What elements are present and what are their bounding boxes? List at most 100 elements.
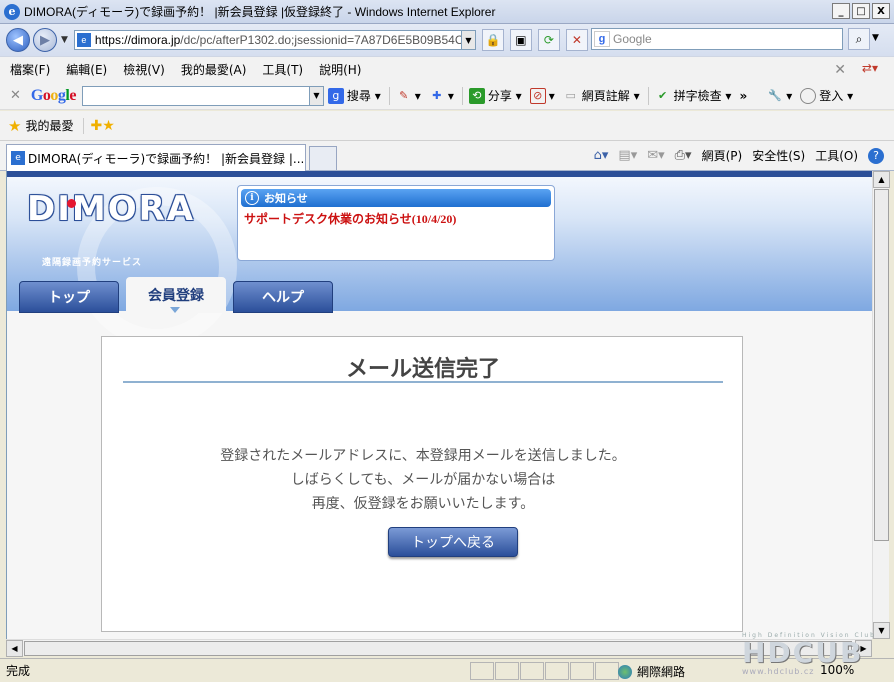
annotate-button[interactable]: ▭ 網頁註解 ▾ xyxy=(563,87,640,104)
search-button[interactable]: ⌕ xyxy=(848,28,870,50)
status-cell xyxy=(495,662,519,680)
back-button[interactable]: ◀ xyxy=(6,28,30,52)
history-dropdown-icon[interactable]: ▼ xyxy=(61,35,68,45)
watermark: High Definition Vision Club HDCUB www.hd… xyxy=(742,632,888,678)
menu-view[interactable]: 檢視(V) xyxy=(123,61,165,78)
notice-header: i お知らせ xyxy=(241,189,551,207)
google-search-icon: g xyxy=(594,31,610,47)
feeds-icon[interactable]: ▤▾ xyxy=(618,148,637,163)
horizontal-scroll-thumb[interactable] xyxy=(24,641,852,656)
nav-top[interactable]: トップ xyxy=(19,281,119,313)
tools-menu[interactable]: 工具(O) xyxy=(815,147,858,164)
vertical-scroll-thumb[interactable] xyxy=(874,189,889,541)
google-search-label: 搜尋 xyxy=(346,89,371,103)
close-google-toolbar-icon[interactable]: ✕ xyxy=(10,88,21,103)
popup-blocker-icon: ⊘ xyxy=(529,87,546,104)
spellcheck-button[interactable]: ✔ 拼字檢查 ▾ xyxy=(655,87,731,104)
wrench-icon: 🔧 xyxy=(768,89,783,102)
menu-help[interactable]: 說明(H) xyxy=(319,61,361,78)
toolbar-separator xyxy=(461,86,463,105)
annotate-label: 網頁註解 xyxy=(581,89,630,103)
ie-logo-icon: e xyxy=(4,3,20,20)
spellcheck-label: 拼字檢查 xyxy=(673,89,722,103)
search-dropdown-icon[interactable]: ▼ xyxy=(872,33,879,43)
menu-file[interactable]: 檔案(F) xyxy=(10,61,50,78)
close-button[interactable]: X xyxy=(872,3,890,19)
google-search-dropdown-icon[interactable]: ▼ xyxy=(309,85,324,106)
vertical-scrollbar[interactable]: ▲ ▼ xyxy=(872,171,890,639)
nav-help[interactable]: ヘルプ xyxy=(233,281,333,313)
lock-icon[interactable]: 🔒 xyxy=(481,29,504,51)
share-button[interactable]: ⟲ 分享 ▾ xyxy=(468,87,522,104)
favorites-bar: ★ 我的最愛 ✚★ xyxy=(0,111,894,141)
search-placeholder: Google xyxy=(613,32,652,46)
window-titlebar: e DIMORA(ディモーラ)で録画予約！ |新会員登録 |仮登録終了 - Wi… xyxy=(0,0,894,24)
nav-member-registration[interactable]: 会員登録 xyxy=(126,277,226,313)
search-input[interactable]: g Google xyxy=(591,28,843,50)
google-search-button[interactable]: g 搜尋 ▾ xyxy=(327,87,381,104)
notice-box: i お知らせ サポートデスク休業のお知らせ(10/4/20) xyxy=(237,185,555,261)
favorites-star-icon[interactable]: ★ xyxy=(8,117,21,135)
plus-icon: ✚ xyxy=(432,89,442,102)
refresh-icon[interactable]: ⟳ xyxy=(537,29,560,51)
google-search-input[interactable] xyxy=(81,85,310,106)
stop-icon[interactable]: ✕ xyxy=(565,29,588,51)
address-dropdown-icon[interactable]: ▼ xyxy=(461,30,476,50)
scroll-up-icon[interactable]: ▲ xyxy=(873,171,890,188)
page-icon: e xyxy=(76,33,91,47)
page-menu[interactable]: 網頁(P) xyxy=(702,147,743,164)
print-icon[interactable]: ⎙▾ xyxy=(675,148,692,163)
scroll-left-icon[interactable]: ◀ xyxy=(6,640,23,657)
status-text: 完成 xyxy=(6,664,31,678)
status-cells xyxy=(470,662,620,680)
note-icon: ▭ xyxy=(565,89,576,102)
tab-row: e DIMORA(ディモーラ)で録画予約！ |新会員登録 |... ⌂▾ ▤▾ … xyxy=(0,141,894,171)
settings-button[interactable]: 🔧 ▾ xyxy=(767,88,792,104)
status-cell xyxy=(595,662,619,680)
notice-link[interactable]: サポートデスク休業のお知らせ(10/4/20) xyxy=(244,210,554,227)
back-to-top-button[interactable]: トップへ戻る xyxy=(388,527,518,557)
panel-title: メール送信完了 xyxy=(345,357,500,382)
maximize-button[interactable]: □ xyxy=(852,3,870,19)
signin-button[interactable]: 登入 ▾ xyxy=(800,87,853,104)
new-tab-button[interactable] xyxy=(309,146,337,170)
popup-blocker-button[interactable]: ⊘ ▾ xyxy=(529,87,555,104)
page-viewport: DIMORA 遠隔録画予約サービス i お知らせ サポートデスク休業のお知らせ(… xyxy=(6,171,872,639)
menu-tools[interactable]: 工具(T) xyxy=(262,61,303,78)
compatibility-icon[interactable]: ▣ xyxy=(509,29,532,51)
site-nav: トップ 会員登録 ヘルプ xyxy=(19,277,340,313)
bookmark-button[interactable]: ✎ ▾ xyxy=(396,88,421,104)
logo-text: DIMORA xyxy=(27,189,196,229)
more-button[interactable]: » xyxy=(739,89,747,103)
status-cell xyxy=(470,662,494,680)
menu-edit[interactable]: 編輯(E) xyxy=(66,61,107,78)
message-line-2: しばらくしても、メールが届かない場合は xyxy=(290,472,556,488)
browser-tab-active[interactable]: e DIMORA(ディモーラ)で録画予約！ |新会員登録 |... xyxy=(6,144,306,171)
address-input[interactable]: e https://dimora.jp/dc/pc/afterP1302.do;… xyxy=(73,30,462,50)
add-favorite-icon[interactable]: ✚★ xyxy=(83,117,115,134)
add-button[interactable]: ✚ ▾ xyxy=(429,88,454,104)
bookmark-icon: ✎ xyxy=(399,89,409,102)
home-icon[interactable]: ⌂▾ xyxy=(594,148,609,163)
favorites-button[interactable]: 我的最愛 xyxy=(25,117,73,134)
nav-member-registration-label: 会員登録 xyxy=(148,288,204,304)
share-icon: ⟲ xyxy=(468,87,485,104)
signin-icon xyxy=(800,87,817,104)
info-icon: i xyxy=(245,191,259,205)
title-divider xyxy=(123,381,723,383)
security-zone[interactable]: 網際網路 xyxy=(618,663,685,680)
logo-subtitle: 遠隔録画予約サービス xyxy=(42,258,143,268)
menu-favorites[interactable]: 我的最愛(A) xyxy=(181,61,247,78)
signin-label: 登入 xyxy=(819,89,844,103)
safety-menu[interactable]: 安全性(S) xyxy=(752,147,805,164)
close-toolbar-icon[interactable]: ✕ xyxy=(834,62,846,78)
minimize-button[interactable]: _ xyxy=(832,3,850,19)
mail-icon[interactable]: ✉▾ xyxy=(647,148,664,163)
dimora-logo[interactable]: DIMORA xyxy=(27,189,195,229)
status-cell xyxy=(545,662,569,680)
site-header: DIMORA 遠隔録画予約サービス i お知らせ サポートデスク休業のお知らせ(… xyxy=(7,171,872,347)
completion-panel: メール送信完了 登録されたメールアドレスに、本登録用メールを送信しました。 しば… xyxy=(101,336,743,632)
help-icon[interactable]: ? xyxy=(868,147,884,164)
forward-button[interactable]: ▶ xyxy=(33,28,57,52)
translate-icon[interactable]: ⇄▾ xyxy=(862,61,878,75)
